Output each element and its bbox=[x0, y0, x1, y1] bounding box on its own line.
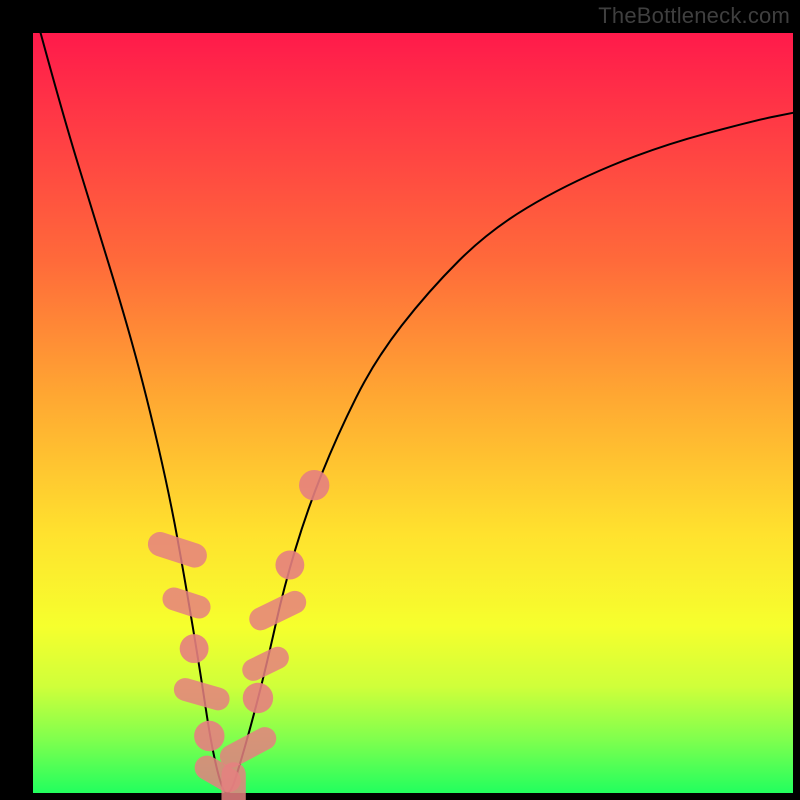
bottleneck-curve bbox=[41, 33, 793, 793]
plot-area bbox=[33, 33, 793, 793]
data-marker bbox=[243, 683, 273, 713]
data-marker-cluster bbox=[216, 723, 280, 772]
data-marker-cluster bbox=[221, 762, 245, 800]
data-marker bbox=[275, 551, 304, 580]
curve-svg bbox=[33, 33, 793, 793]
data-marker-cluster bbox=[245, 587, 310, 634]
data-marker bbox=[180, 634, 209, 663]
data-marker bbox=[194, 721, 224, 751]
watermark-text: TheBottleneck.com bbox=[598, 3, 790, 29]
chart-frame: TheBottleneck.com bbox=[0, 0, 800, 800]
data-marker bbox=[299, 470, 329, 500]
data-marker-cluster bbox=[239, 643, 293, 684]
